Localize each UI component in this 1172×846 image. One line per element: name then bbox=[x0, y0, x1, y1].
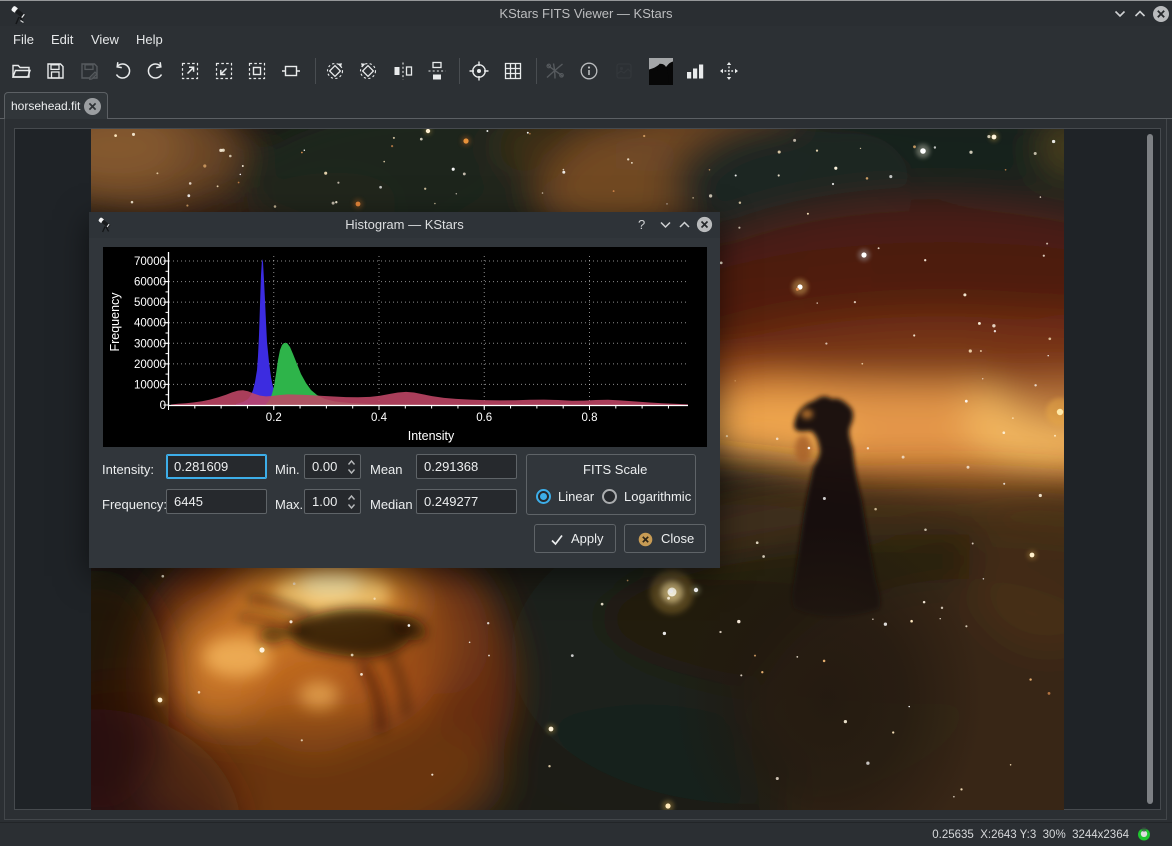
svg-text:20000: 20000 bbox=[134, 359, 166, 371]
svg-text:50000: 50000 bbox=[134, 297, 166, 309]
svg-text:30000: 30000 bbox=[134, 338, 166, 350]
svg-text:0.4: 0.4 bbox=[371, 412, 388, 424]
svg-text:Intensity: Intensity bbox=[408, 429, 455, 443]
svg-text:40000: 40000 bbox=[134, 318, 166, 330]
svg-text:0: 0 bbox=[160, 400, 166, 412]
svg-text:60000: 60000 bbox=[134, 277, 166, 289]
svg-text:10000: 10000 bbox=[134, 379, 166, 391]
svg-text:0.8: 0.8 bbox=[582, 412, 598, 424]
svg-text:Frequency: Frequency bbox=[108, 292, 122, 352]
svg-text:70000: 70000 bbox=[134, 256, 166, 268]
svg-text:0.2: 0.2 bbox=[266, 412, 282, 424]
svg-text:0.6: 0.6 bbox=[476, 412, 492, 424]
